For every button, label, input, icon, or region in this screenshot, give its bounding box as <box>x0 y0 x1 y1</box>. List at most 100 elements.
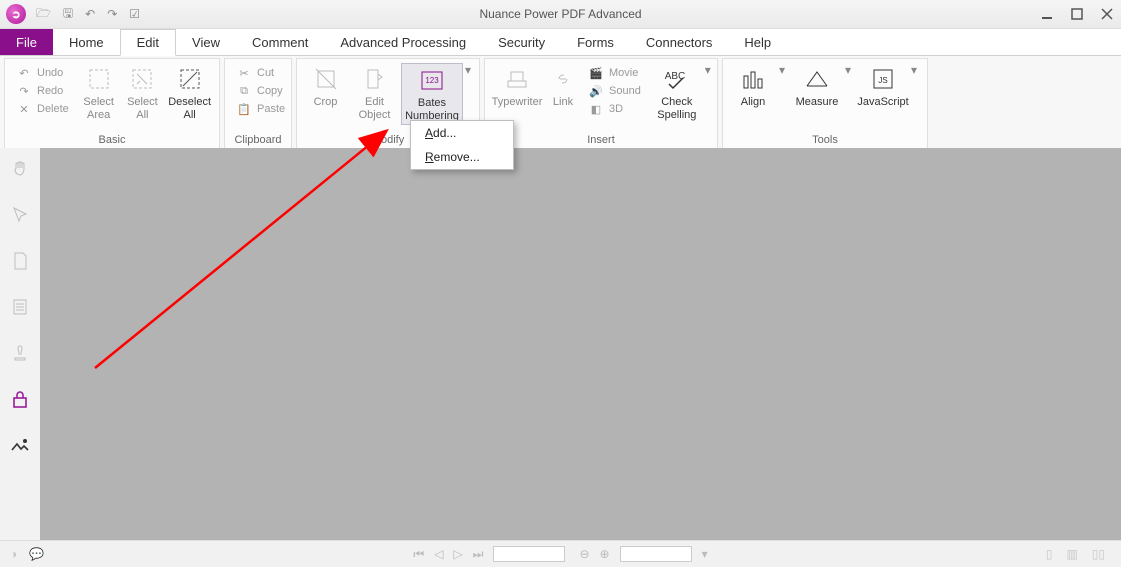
cube-icon: ◧ <box>589 102 603 116</box>
minimize-button[interactable] <box>1039 6 1055 22</box>
edit-object-icon <box>361 65 389 93</box>
movie-button[interactable]: 🎬Movie <box>583 65 647 81</box>
cut-icon: ✂ <box>237 66 251 80</box>
check-spelling-caret[interactable]: ▾ <box>703 63 713 77</box>
tab-security[interactable]: Security <box>482 29 561 55</box>
svg-text:123: 123 <box>425 76 439 85</box>
undo-icon[interactable]: ↶ <box>85 7 95 21</box>
select-all-label: Select All <box>125 96 161 121</box>
redo-icon: ↷ <box>17 84 31 98</box>
tab-edit[interactable]: Edit <box>120 29 176 56</box>
spellcheck-icon: ABC <box>663 65 691 93</box>
javascript-icon: JS <box>869 65 897 93</box>
options-icon[interactable]: ☑ <box>129 7 140 21</box>
cut-button[interactable]: ✂ Cut <box>231 65 291 81</box>
svg-text:JS: JS <box>878 76 887 85</box>
last-page-icon[interactable]: ⏭ <box>473 547 484 562</box>
maximize-button[interactable] <box>1069 6 1085 22</box>
tab-advanced-processing[interactable]: Advanced Processing <box>324 29 482 55</box>
movie-icon: 🎬 <box>589 66 603 80</box>
redo-icon[interactable]: ↷ <box>107 7 117 21</box>
sound-label: Sound <box>609 85 641 97</box>
link-label: Link <box>553 96 573 109</box>
tab-comment[interactable]: Comment <box>236 29 324 55</box>
prev-page-icon[interactable]: ◁ <box>434 547 443 561</box>
deselect-all-button[interactable]: Deselect All <box>166 63 213 123</box>
copy-button[interactable]: ⧉Copy <box>231 83 291 99</box>
continuous-page-icon[interactable]: ▥ <box>1066 547 1077 561</box>
ribbon: ↶ Undo ↷Redo ✕Delete Select Area Select A… <box>0 56 1121 153</box>
open-icon[interactable]: 🗁 <box>36 4 51 25</box>
tab-forms[interactable]: Forms <box>561 29 630 55</box>
sound-icon: 🔊 <box>589 84 603 98</box>
page-icon[interactable] <box>9 250 31 272</box>
delete-button[interactable]: ✕Delete <box>11 101 75 117</box>
measure-label: Measure <box>796 96 839 109</box>
edit-object-button[interactable]: Edit Object <box>352 63 397 123</box>
zoom-in-icon[interactable]: ⊕ <box>600 547 610 561</box>
zoom-caret-icon[interactable]: ▾ <box>702 547 708 561</box>
stamp-icon[interactable] <box>9 342 31 364</box>
cut-label: Cut <box>257 67 274 79</box>
javascript-caret[interactable]: ▾ <box>909 63 919 77</box>
select-area-icon <box>85 65 113 93</box>
select-tool-icon[interactable] <box>9 204 31 226</box>
tab-connectors[interactable]: Connectors <box>630 29 728 55</box>
group-clipboard-label: Clipboard <box>225 132 291 149</box>
bates-numbering-button[interactable]: 123 Bates Numbering <box>401 63 463 125</box>
crop-button[interactable]: Crop <box>303 63 348 111</box>
single-page-icon[interactable]: ▯ <box>1046 547 1053 561</box>
link-button[interactable]: Link <box>547 63 579 111</box>
panel-toggle-icon[interactable]: ◑ <box>10 547 17 561</box>
save-icon[interactable]: 🖫 <box>63 4 73 25</box>
bates-dropdown-caret[interactable]: ▾ <box>463 63 473 77</box>
page-number-input[interactable] <box>493 546 565 562</box>
zoom-out-icon[interactable]: ⊖ <box>579 547 589 561</box>
undo-button[interactable]: ↶ Undo <box>11 65 75 81</box>
hand-tool-icon[interactable] <box>9 158 31 180</box>
check-spelling-button[interactable]: ABC Check Spelling <box>651 63 703 123</box>
zoom-controls: ⊖ ⊕ ▾ <box>579 546 707 562</box>
lock-icon[interactable] <box>9 388 31 410</box>
facing-page-icon[interactable]: ▯▯ <box>1092 547 1105 561</box>
crop-icon <box>312 65 340 93</box>
document-icon[interactable] <box>9 296 31 318</box>
select-area-button[interactable]: Select Area <box>79 63 119 123</box>
next-page-icon[interactable]: ▷ <box>453 547 462 561</box>
close-button[interactable] <box>1099 6 1115 22</box>
link-icon <box>549 65 577 93</box>
tab-home[interactable]: Home <box>53 29 120 55</box>
app-logo-icon: ➲ <box>6 4 26 24</box>
crop-label: Crop <box>314 96 338 109</box>
page-nav: ⏮ ◁ ▷ ⏭ <box>413 546 565 562</box>
first-page-icon[interactable]: ⏮ <box>413 547 424 562</box>
javascript-label: JavaScript <box>857 96 908 109</box>
measure-button[interactable]: Measure <box>791 63 843 111</box>
undo-icon: ↶ <box>17 66 31 80</box>
zoom-input[interactable] <box>620 546 692 562</box>
deselect-all-label: Deselect All <box>168 96 211 121</box>
menu-item-remove[interactable]: RRemove...emove... <box>411 145 513 169</box>
image-icon[interactable] <box>9 434 31 456</box>
paste-button[interactable]: 📋Paste <box>231 101 291 117</box>
select-all-button[interactable]: Select All <box>123 63 163 123</box>
status-bar: ◑ 💬 ⏮ ◁ ▷ ⏭ ⊖ ⊕ ▾ ▯ ▥ ▯▯ <box>0 540 1121 567</box>
tab-view[interactable]: View <box>176 29 236 55</box>
bates-label: Bates Numbering <box>404 97 460 122</box>
undo-label: Undo <box>37 67 63 79</box>
typewriter-label: Typewriter <box>492 96 543 109</box>
delete-label: Delete <box>37 103 69 115</box>
javascript-button[interactable]: JS JavaScript <box>857 63 909 111</box>
tab-help[interactable]: Help <box>728 29 787 55</box>
align-caret[interactable]: ▾ <box>777 63 787 77</box>
group-tools-label: Tools <box>723 132 927 149</box>
comment-icon[interactable]: 💬 <box>29 547 44 561</box>
3d-button[interactable]: ◧3D <box>583 101 647 117</box>
menu-item-add[interactable]: AAdd...dd... <box>411 121 513 145</box>
tab-file[interactable]: File <box>0 29 53 55</box>
sound-button[interactable]: 🔊 Sound <box>583 83 647 99</box>
align-button[interactable]: Align <box>729 63 777 111</box>
typewriter-button[interactable]: Typewriter <box>491 63 543 111</box>
redo-button[interactable]: ↷Redo <box>11 83 75 99</box>
measure-caret[interactable]: ▾ <box>843 63 853 77</box>
